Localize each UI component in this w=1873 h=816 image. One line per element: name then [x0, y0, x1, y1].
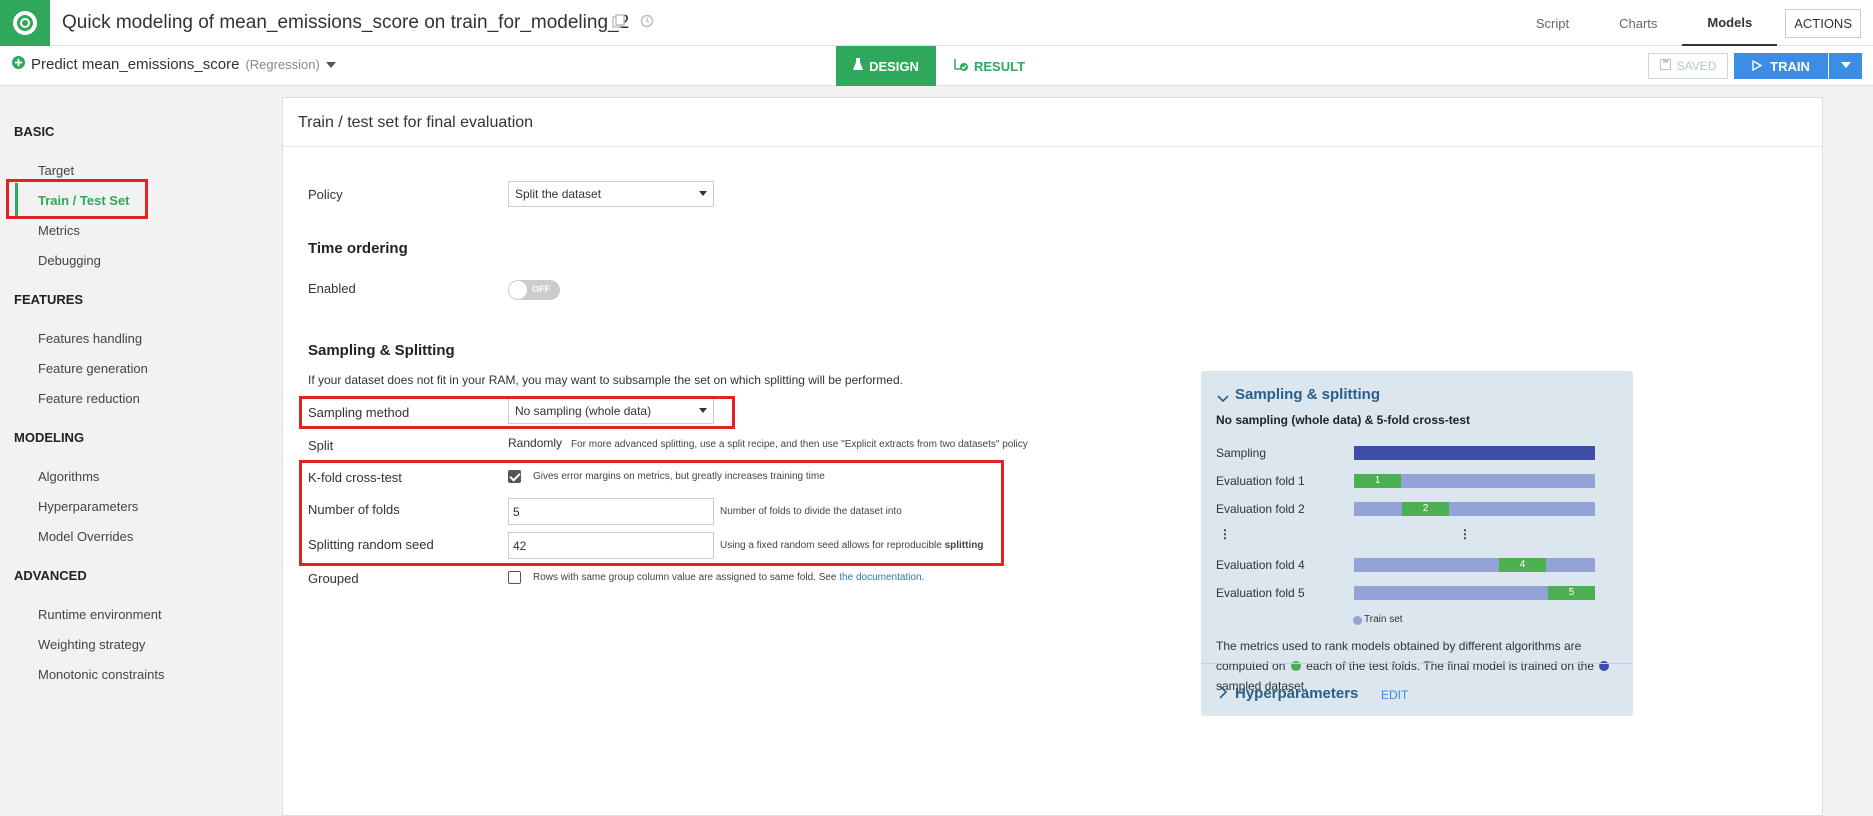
sampling-splitting-title: Sampling & Splitting	[308, 342, 455, 359]
tab-design-label: DESIGN	[869, 58, 919, 74]
fold-1-label: Evaluation fold 1	[1216, 474, 1305, 488]
sidebar-item-features-handling[interactable]: Features handling	[38, 331, 142, 346]
train-button[interactable]: TRAIN	[1734, 53, 1828, 79]
copy-icon[interactable]	[612, 14, 626, 33]
sampling-summary-title[interactable]: Sampling & splitting	[1235, 386, 1380, 403]
sidebar-item-feature-reduction[interactable]: Feature reduction	[38, 391, 140, 406]
enabled-label: Enabled	[308, 281, 356, 296]
save-icon	[1659, 59, 1671, 73]
predict-label: Predict mean_emissions_score	[31, 56, 240, 73]
grouped-help-end: .	[921, 572, 925, 583]
nav-tab-script[interactable]: Script	[1511, 0, 1594, 46]
policy-select[interactable]: Split the dataset	[508, 181, 714, 207]
train-test-panel: Train / test set for final evaluation Po…	[282, 97, 1823, 816]
toggle-knob	[509, 281, 527, 299]
fold-5-bar: 5	[1354, 586, 1595, 600]
sampling-description: If your dataset does not fit in your RAM…	[308, 373, 903, 387]
chevron-down-icon[interactable]	[1217, 390, 1229, 408]
sampling-bar	[1354, 446, 1595, 460]
highlight-box-sidebar	[6, 179, 148, 219]
fold-4-bar: 4	[1354, 558, 1595, 572]
fold-5-label: Evaluation fold 5	[1216, 586, 1305, 600]
sidebar-item-weighting-strategy[interactable]: Weighting strategy	[38, 637, 145, 652]
sidebar-section-modeling: MODELING	[14, 430, 85, 445]
split-help: For more advanced splitting, use a split…	[571, 439, 1028, 450]
predict-selector[interactable]: Predict mean_emissions_score (Regression…	[12, 56, 336, 73]
ellipsis-vertical: ⋮	[1219, 527, 1231, 541]
result-check-icon	[954, 58, 968, 74]
sidebar-item-monotonic-constraints[interactable]: Monotonic constraints	[38, 667, 164, 682]
fold-2-bar: 2	[1354, 502, 1595, 516]
sidebar-item-hyperparameters[interactable]: Hyperparameters	[38, 499, 138, 514]
sidebar-section-features: FEATURES	[14, 292, 84, 307]
sidebar-section-advanced: ADVANCED	[14, 568, 87, 583]
sidebar-item-target[interactable]: Target	[38, 163, 74, 178]
grouped-help-text: Rows with same group column value are as…	[533, 572, 837, 583]
train-set-legend-label: Train set	[1364, 614, 1403, 625]
saved-label: SAVED	[1676, 59, 1717, 73]
toggle-state: OFF	[532, 284, 550, 294]
caret-down-icon	[699, 191, 707, 196]
caret-down-icon	[1840, 60, 1851, 72]
history-icon[interactable]	[640, 14, 654, 33]
caret-down-icon	[325, 56, 336, 73]
train-dropdown-button[interactable]	[1829, 53, 1862, 79]
flask-icon	[853, 58, 864, 74]
hyperparameters-title[interactable]: Hyperparameters	[1235, 685, 1358, 702]
divider	[1201, 663, 1633, 664]
sidebar-item-metrics[interactable]: Metrics	[38, 223, 80, 238]
split-value: Randomly	[508, 436, 563, 450]
highlight-box-sampling-method	[299, 396, 735, 429]
saved-button[interactable]: SAVED	[1648, 53, 1728, 79]
fold-2-label: Evaluation fold 2	[1216, 502, 1305, 516]
fold-2-test-segment: 2	[1402, 502, 1449, 516]
sampling-summary-subtitle: No sampling (whole data) & 5-fold cross-…	[1216, 413, 1471, 427]
sidebar-item-feature-generation[interactable]: Feature generation	[38, 361, 148, 376]
time-ordering-title: Time ordering	[308, 240, 408, 257]
sidebar-item-model-overrides[interactable]: Model Overrides	[38, 529, 133, 544]
predict-type: (Regression)	[245, 57, 320, 72]
sidebar-item-debugging[interactable]: Debugging	[38, 253, 101, 268]
fold-4-test-segment: 4	[1499, 558, 1546, 572]
grouped-help: Rows with same group column value are as…	[533, 572, 924, 583]
panel-title: Train / test set for final evaluation	[298, 114, 534, 131]
highlight-box-kfold-settings	[299, 460, 1004, 566]
sampling-summary-box: Sampling & splitting No sampling (whole …	[1201, 371, 1633, 716]
nav-tab-charts[interactable]: Charts	[1594, 0, 1682, 46]
dataiku-logo[interactable]	[0, 0, 50, 46]
policy-value: Split the dataset	[515, 187, 602, 201]
tab-design[interactable]: DESIGN	[836, 46, 936, 86]
sidebar-section-basic: BASIC	[14, 124, 55, 139]
top-bar: Quick modeling of mean_emissions_score o…	[0, 0, 1873, 46]
fold-4-label: Evaluation fold 4	[1216, 558, 1305, 572]
fold-1-test-segment: 1	[1354, 474, 1401, 488]
grouped-checkbox[interactable]	[508, 571, 521, 584]
sidebar-item-runtime-environment[interactable]: Runtime environment	[38, 607, 162, 622]
documentation-link[interactable]: the documentation	[839, 572, 921, 583]
split-label: Split	[308, 438, 334, 453]
explanation-part-2: each of the test folds. The final model …	[1306, 659, 1595, 673]
edit-hyperparameters-link[interactable]: EDIT	[1381, 688, 1408, 702]
policy-label: Policy	[308, 187, 343, 202]
time-ordering-toggle[interactable]: OFF	[508, 280, 560, 300]
play-icon	[1752, 59, 1763, 74]
tab-result[interactable]: RESULT	[954, 46, 1025, 86]
tab-result-label: RESULT	[974, 58, 1026, 74]
divider	[283, 146, 1822, 147]
grouped-label: Grouped	[308, 571, 359, 586]
sub-bar: Predict mean_emissions_score (Regression…	[0, 46, 1873, 86]
fold-5-test-segment: 5	[1548, 586, 1595, 600]
train-set-legend-dot	[1353, 616, 1362, 625]
actions-button[interactable]: ACTIONS	[1785, 8, 1861, 38]
nav-tab-models[interactable]: Models	[1682, 0, 1778, 46]
sampling-row-label: Sampling	[1216, 446, 1267, 460]
plus-circle-icon	[12, 56, 25, 73]
fold-1-bar: 1	[1354, 474, 1595, 488]
train-label: TRAIN	[1770, 58, 1810, 74]
chevron-right-icon[interactable]	[1219, 685, 1228, 704]
sidebar-item-algorithms[interactable]: Algorithms	[38, 469, 99, 484]
ellipsis-vertical: ⋮	[1459, 527, 1471, 541]
page-title: Quick modeling of mean_emissions_score o…	[62, 12, 630, 33]
